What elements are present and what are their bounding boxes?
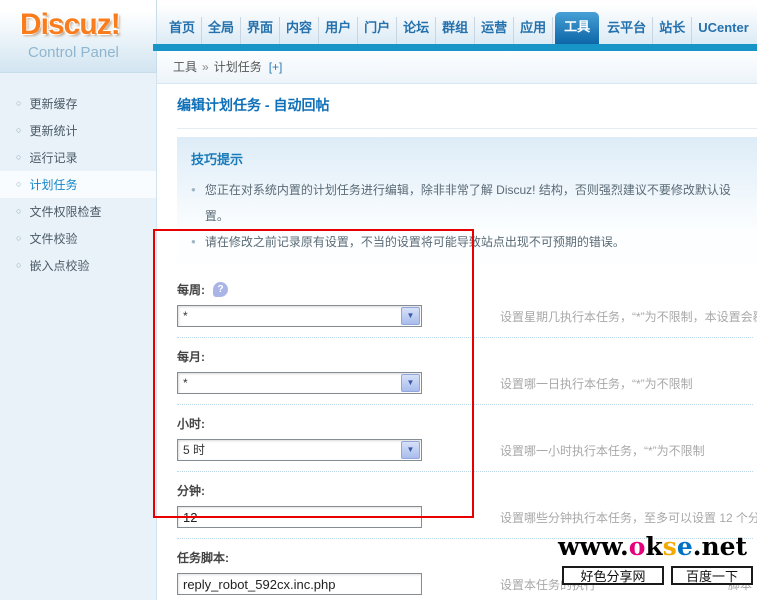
chevron-down-icon[interactable]: ▼ <box>401 307 420 325</box>
main-content: 编辑计划任务 - 自动回帖 技巧提示 ● 您正在对系统内置的计划任务进行编辑，除… <box>157 84 757 600</box>
tip-text: 请在修改之前记录原有设置，不当的设置将可能导致站点出现不可预期的错误。 <box>204 235 625 249</box>
sidebar-item-label: 嵌入点校验 <box>29 259 90 273</box>
watermark-text: www.okse.net <box>558 533 747 561</box>
tip-text: 您正在对系统内置的计划任务进行编辑，除非非常了解 Discuz! 结构，否则强烈… <box>204 183 731 223</box>
field-label-text: 每周: <box>177 282 205 297</box>
sidebar-item-run-log[interactable]: ○ 运行记录 <box>0 144 156 171</box>
ad-share-site-button[interactable]: 好色分享网 <box>562 566 664 585</box>
watermark-segment: o <box>628 532 646 561</box>
watermark-segment: e <box>676 532 693 561</box>
breadcrumb-expand-toggle[interactable]: [+] <box>269 60 283 74</box>
circle-bullet-icon: ○ <box>16 179 22 189</box>
field-label-weekday: 每周: ? <box>177 280 753 298</box>
field-help-hour: 设置哪一小时执行本任务，“*”为不限制 <box>500 444 705 458</box>
circle-bullet-icon: ○ <box>16 260 22 270</box>
weekday-select[interactable]: * ▼ <box>177 305 422 327</box>
form-row-monthday: 每月: * ▼ 设置哪一日执行本任务，“*”为不限制 <box>177 338 753 405</box>
sidebar-item-file-permission-check[interactable]: ○ 文件权限检查 <box>0 198 156 225</box>
logo-panel: Discuz! Control Panel <box>0 0 157 73</box>
top-header: 首页 全局 界面 内容 用户 门户 论坛 群组 运营 应用 工具 云平台 站长 … <box>157 0 757 44</box>
nav-item-tools-active[interactable]: 工具 <box>555 12 600 44</box>
nav-item-ucenter[interactable]: UCenter <box>692 17 755 44</box>
field-label-monthday: 每月: <box>177 347 753 365</box>
monthday-select-value: * <box>183 376 188 390</box>
nav-item-portal[interactable]: 门户 <box>358 17 398 44</box>
sidebar-item-file-verify[interactable]: ○ 文件校验 <box>0 225 156 252</box>
circle-bullet-icon: ○ <box>16 98 22 108</box>
ad-baidu-search-button[interactable]: 百度一下 <box>671 566 753 585</box>
help-question-icon[interactable]: ? <box>213 281 228 297</box>
minute-input[interactable] <box>177 506 422 528</box>
sidebar-item-update-stats[interactable]: ○ 更新统计 <box>0 117 156 144</box>
breadcrumb-page: 计划任务 <box>213 60 262 74</box>
nav-item-webmaster[interactable]: 站长 <box>653 17 693 44</box>
app-logo-subtitle: Control Panel <box>28 44 119 61</box>
field-label-hour: 小时: <box>177 414 753 432</box>
tips-box: 技巧提示 ● 您正在对系统内置的计划任务进行编辑，除非非常了解 Discuz! … <box>177 137 757 263</box>
field-label-minute: 分钟: <box>177 481 753 499</box>
form-row-hour: 小时: 5 时 ▼ 设置哪一小时执行本任务，“*”为不限制 <box>177 405 753 472</box>
nav-item-group[interactable]: 群组 <box>436 17 476 44</box>
hour-select-value: 5 时 <box>183 443 206 457</box>
field-label-text: 分钟: <box>177 483 205 498</box>
breadcrumb-separator: » <box>202 60 209 74</box>
watermark-segment: s <box>662 532 677 561</box>
sidebar-item-label: 运行记录 <box>29 151 78 165</box>
sidebar-item-label: 文件校验 <box>29 232 78 246</box>
watermark-segment: www. <box>558 532 629 561</box>
sidebar-item-label: 文件权限检查 <box>29 205 102 219</box>
field-label-text: 每月: <box>177 349 205 364</box>
nav-item-user[interactable]: 用户 <box>319 17 359 44</box>
watermark-segment: .net <box>692 532 748 561</box>
app-logo: Discuz! <box>20 8 121 41</box>
nav-item-global[interactable]: 全局 <box>202 17 242 44</box>
form-row-minute: 分钟: 设置哪些分钟执行本任务，至多可以设置 12 个分钟值， <box>177 472 757 539</box>
circle-bullet-icon: ○ <box>16 206 22 216</box>
weekday-select-value: * <box>183 309 188 323</box>
field-help-weekday: 设置星期几执行本任务，“*”为不限制，本设置会覆盖下 <box>500 310 757 324</box>
dot-bullet-icon: ● <box>191 185 196 194</box>
monthday-select[interactable]: * ▼ <box>177 372 422 394</box>
nav-item-ops[interactable]: 运营 <box>475 17 515 44</box>
nav-item-ui[interactable]: 界面 <box>241 17 281 44</box>
hour-select[interactable]: 5 时 ▼ <box>177 439 422 461</box>
sidebar-item-update-cache[interactable]: ○ 更新缓存 <box>0 90 156 117</box>
field-label-text: 任务脚本: <box>177 550 229 565</box>
page-title: 编辑计划任务 - 自动回帖 <box>177 95 757 129</box>
tip-item: ● 请在修改之前记录原有设置，不当的设置将可能导致站点出现不可预期的错误。 <box>191 229 743 255</box>
sidebar-item-hook-verify[interactable]: ○ 嵌入点校验 <box>0 252 156 279</box>
dot-bullet-icon: ● <box>191 237 196 246</box>
circle-bullet-icon: ○ <box>16 125 22 135</box>
top-nav: 首页 全局 界面 内容 用户 门户 论坛 群组 运营 应用 工具 云平台 站长 … <box>163 12 755 44</box>
sidebar-item-label: 更新统计 <box>29 124 78 138</box>
accent-bar <box>153 44 757 51</box>
circle-bullet-icon: ○ <box>16 152 22 162</box>
circle-bullet-icon: ○ <box>16 233 22 243</box>
chevron-down-icon[interactable]: ▼ <box>401 441 420 459</box>
field-label-text: 小时: <box>177 416 205 431</box>
sidebar-item-label: 更新缓存 <box>29 97 78 111</box>
nav-item-forum[interactable]: 论坛 <box>397 17 437 44</box>
sidebar-item-label: 计划任务 <box>29 178 78 192</box>
form-row-weekday: 每周: ? * ▼ 设置星期几执行本任务，“*”为不限制，本设置会覆盖下 <box>177 271 757 338</box>
breadcrumb: 工具 » 计划任务 [+] <box>157 51 757 84</box>
nav-item-home[interactable]: 首页 <box>163 17 203 44</box>
watermark-segment: k <box>645 532 663 561</box>
nav-item-content[interactable]: 内容 <box>280 17 320 44</box>
chevron-down-icon[interactable]: ▼ <box>401 374 420 392</box>
field-help-minute: 设置哪些分钟执行本任务，至多可以设置 12 个分钟值， <box>500 511 757 525</box>
breadcrumb-section[interactable]: 工具 <box>173 60 197 74</box>
sidebar: ○ 更新缓存 ○ 更新统计 ○ 运行记录 ○ 计划任务 ○ 文件权限检查 ○ 文… <box>0 73 157 600</box>
field-help-monthday: 设置哪一日执行本任务，“*”为不限制 <box>500 377 693 391</box>
nav-item-cloud[interactable]: 云平台 <box>601 17 654 44</box>
tip-item: ● 您正在对系统内置的计划任务进行编辑，除非非常了解 Discuz! 结构，否则… <box>191 177 743 229</box>
sidebar-item-scheduled-tasks-active[interactable]: ○ 计划任务 <box>0 171 156 198</box>
tips-title: 技巧提示 <box>191 152 244 167</box>
task-script-input[interactable] <box>177 573 422 595</box>
nav-item-app[interactable]: 应用 <box>514 17 554 44</box>
